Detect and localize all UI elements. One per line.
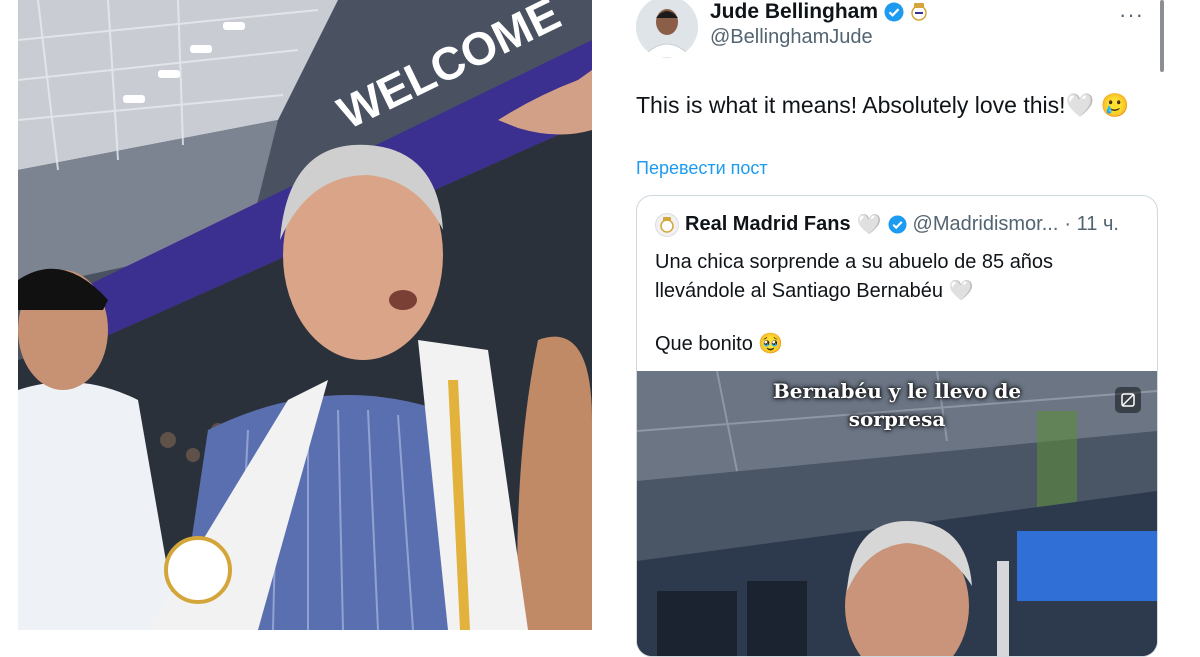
media-expand-icon[interactable] bbox=[1115, 387, 1141, 413]
tweet: Jude Bellingham @BellinghamJude ··· This… bbox=[612, 0, 1172, 657]
quoted-text-line1: Una chica sorprende a su abuelo de 85 añ… bbox=[655, 251, 1054, 302]
quoted-text: Una chica sorprende a su abuelo de 85 añ… bbox=[655, 248, 1135, 359]
tweet-text: This is what it means! Absolutely love t… bbox=[636, 92, 1130, 118]
verified-badge-icon bbox=[884, 2, 904, 22]
quoted-media[interactable]: Bernabéu y le llevo de sorpresa bbox=[637, 371, 1157, 656]
video-still: WELCOME bbox=[18, 0, 592, 630]
translate-link[interactable]: Перевести пост bbox=[636, 158, 768, 179]
author-name[interactable]: Jude Bellingham bbox=[710, 0, 878, 24]
verified-badge-icon bbox=[887, 215, 907, 234]
scrollbar[interactable] bbox=[1160, 0, 1164, 72]
avatar[interactable] bbox=[636, 0, 698, 58]
quoted-text-line2: Que bonito 🥹 bbox=[655, 333, 784, 355]
author-handle[interactable]: @BellinghamJude bbox=[710, 26, 873, 49]
quoted-author-handle[interactable]: @Madridismor... bbox=[913, 213, 1059, 236]
quoted-avatar[interactable] bbox=[655, 212, 679, 237]
avatar-image bbox=[636, 0, 698, 58]
quoted-heart: 🤍 bbox=[856, 214, 882, 236]
stadium-scene: WELCOME bbox=[18, 0, 592, 630]
media-caption: Bernabéu y le llevo de sorpresa bbox=[637, 377, 1157, 433]
real-madrid-crest-icon bbox=[910, 2, 928, 22]
quoted-time[interactable]: · 11 ч. bbox=[1064, 213, 1119, 236]
media-caption-line2: sorpresa bbox=[848, 407, 946, 431]
media-caption-line1: Bernabéu y le llevo de bbox=[772, 379, 1022, 403]
quoted-header: Real Madrid Fans 🤍 @Madridismor... · 11 … bbox=[655, 212, 1119, 237]
quoted-author-name[interactable]: Real Madrid Fans bbox=[685, 213, 851, 236]
quoted-tweet[interactable]: Real Madrid Fans 🤍 @Madridismor... · 11 … bbox=[636, 195, 1158, 657]
author-name-row[interactable]: Jude Bellingham bbox=[710, 0, 928, 24]
more-icon[interactable]: ··· bbox=[1119, 2, 1144, 28]
